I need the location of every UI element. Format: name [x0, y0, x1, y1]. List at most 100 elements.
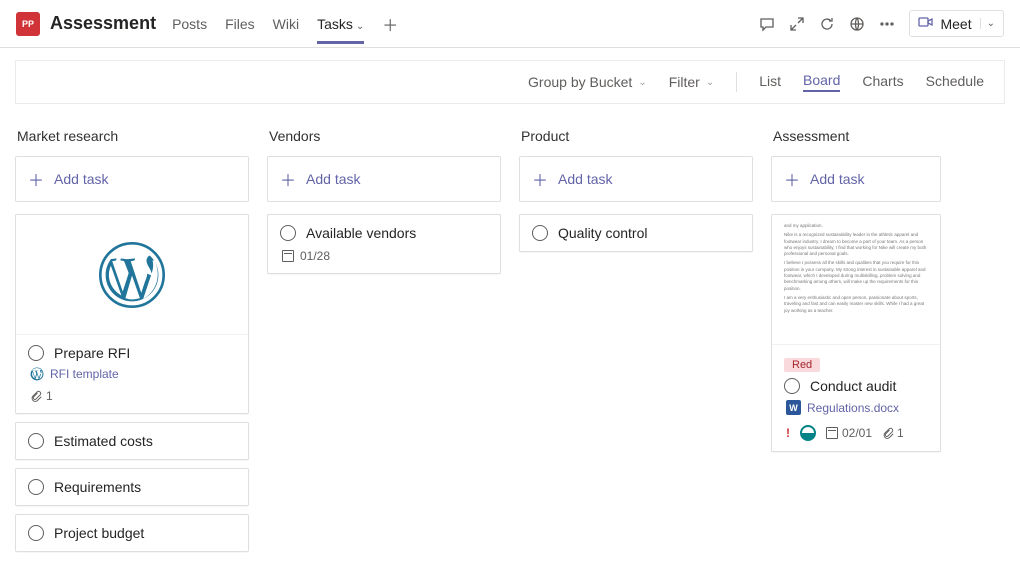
column-product: Product ＋ Add task Quality control — [519, 128, 753, 560]
topbar-actions: Meet ⌄ — [759, 10, 1004, 37]
progress-icon — [800, 425, 816, 441]
task-card[interactable]: Project budget — [15, 514, 249, 552]
channel-title: Assessment — [50, 13, 156, 34]
attachment-link[interactable]: RFI template — [28, 367, 236, 381]
task-card[interactable]: Available vendors 01/28 — [267, 214, 501, 274]
add-task-button[interactable]: ＋ Add task — [519, 156, 753, 202]
add-tab-button[interactable]: ＋ — [382, 12, 398, 36]
date-label: 01/28 — [300, 249, 330, 263]
complete-checkbox[interactable] — [28, 525, 44, 541]
view-charts[interactable]: Charts — [862, 73, 903, 91]
add-task-label: Add task — [558, 171, 612, 187]
tag-red: Red — [784, 358, 820, 372]
chevron-down-icon: ⌄ — [706, 77, 714, 88]
filter-label: Filter — [669, 74, 700, 90]
attachment-icon — [882, 427, 894, 439]
attachment-icon — [30, 390, 42, 402]
column-title[interactable]: Product — [519, 128, 753, 144]
card-body: Prepare RFI RFI template 1 — [16, 335, 248, 413]
document-preview: and my application. Nike is a recognized… — [772, 215, 940, 345]
tab-files[interactable]: Files — [225, 4, 255, 44]
task-card[interactable]: Estimated costs — [15, 422, 249, 460]
more-icon[interactable] — [879, 16, 895, 32]
complete-checkbox[interactable] — [784, 378, 800, 394]
view-list[interactable]: List — [759, 73, 781, 91]
camera-icon — [918, 15, 934, 32]
wordpress-icon — [30, 367, 44, 381]
plus-icon: ＋ — [784, 167, 800, 191]
column-assessment: Assessment ＋ Add task and my application… — [771, 128, 941, 560]
globe-icon[interactable] — [849, 16, 865, 32]
add-task-button[interactable]: ＋ Add task — [771, 156, 941, 202]
tab-posts[interactable]: Posts — [172, 4, 207, 44]
add-task-button[interactable]: ＋ Add task — [15, 156, 249, 202]
complete-checkbox[interactable] — [532, 225, 548, 241]
content-area: Group by Bucket ⌄ Filter ⌄ List Board Ch… — [0, 48, 1020, 560]
plus-icon: ＋ — [28, 167, 44, 191]
refresh-icon[interactable] — [819, 16, 835, 32]
separator — [736, 72, 737, 92]
tab-tasks-label: Tasks — [317, 16, 353, 32]
calendar-icon — [826, 427, 838, 439]
attachment-link[interactable]: W Regulations.docx — [784, 400, 928, 415]
card-footer: ! 02/01 1 — [784, 425, 928, 441]
priority-high-icon: ! — [786, 426, 790, 440]
view-board[interactable]: Board — [803, 72, 840, 92]
task-card[interactable]: Requirements — [15, 468, 249, 506]
task-card[interactable]: Prepare RFI RFI template 1 — [15, 214, 249, 414]
view-schedule[interactable]: Schedule — [926, 73, 984, 91]
add-task-label: Add task — [810, 171, 864, 187]
plus-icon: ＋ — [532, 167, 548, 191]
kanban-board: Market research ＋ Add task Prepare RFI R… — [15, 104, 1005, 560]
plus-icon: ＋ — [280, 167, 296, 191]
board-toolbar: Group by Bucket ⌄ Filter ⌄ List Board Ch… — [15, 60, 1005, 104]
attachment-number: 1 — [897, 426, 904, 440]
chevron-down-icon: ⌄ — [638, 77, 646, 88]
chevron-down-icon: ⌄ — [356, 21, 364, 32]
task-card[interactable]: Quality control — [519, 214, 753, 252]
reply-icon[interactable] — [759, 16, 775, 32]
card-body: Red Conduct audit W Regulations.docx ! — [772, 345, 940, 451]
task-card[interactable]: and my application. Nike is a recognized… — [771, 214, 941, 452]
column-market-research: Market research ＋ Add task Prepare RFI R… — [15, 128, 249, 560]
group-by-button[interactable]: Group by Bucket ⌄ — [528, 74, 647, 90]
task-title: Prepare RFI — [54, 345, 130, 361]
complete-checkbox[interactable] — [28, 479, 44, 495]
attachment-number: 1 — [46, 389, 53, 403]
doc-label: Regulations.docx — [807, 401, 899, 415]
tab-tasks[interactable]: Tasks⌄ — [317, 4, 364, 44]
column-title[interactable]: Assessment — [771, 128, 941, 144]
team-badge: PP — [16, 12, 40, 36]
task-title: Requirements — [54, 479, 141, 495]
task-title: Project budget — [54, 525, 144, 541]
chevron-down-icon[interactable]: ⌄ — [980, 18, 995, 29]
task-title: Estimated costs — [54, 433, 153, 449]
card-preview-image — [16, 215, 248, 335]
meet-label: Meet — [940, 16, 971, 32]
add-task-label: Add task — [306, 171, 360, 187]
filter-button[interactable]: Filter ⌄ — [669, 74, 715, 90]
expand-icon[interactable] — [789, 16, 805, 32]
wordpress-icon — [99, 242, 165, 308]
due-date: 01/28 — [280, 249, 488, 263]
channel-tabs: Posts Files Wiki Tasks⌄ ＋ — [172, 4, 398, 44]
column-title[interactable]: Vendors — [267, 128, 501, 144]
task-title: Available vendors — [306, 225, 416, 241]
add-task-button[interactable]: ＋ Add task — [267, 156, 501, 202]
column-title[interactable]: Market research — [15, 128, 249, 144]
column-vendors: Vendors ＋ Add task Available vendors 01/… — [267, 128, 501, 560]
topbar: PP Assessment Posts Files Wiki Tasks⌄ ＋ … — [0, 0, 1020, 48]
date-label: 02/01 — [842, 426, 872, 440]
add-task-label: Add task — [54, 171, 108, 187]
meet-button[interactable]: Meet ⌄ — [909, 10, 1004, 37]
complete-checkbox[interactable] — [280, 225, 296, 241]
calendar-icon — [282, 250, 294, 262]
tab-wiki[interactable]: Wiki — [273, 4, 299, 44]
task-title: Quality control — [558, 225, 647, 241]
word-icon: W — [786, 400, 801, 415]
group-by-label: Group by Bucket — [528, 74, 632, 90]
complete-checkbox[interactable] — [28, 345, 44, 361]
link-label: RFI template — [50, 367, 119, 381]
complete-checkbox[interactable] — [28, 433, 44, 449]
attachment-count: 1 — [28, 389, 236, 403]
